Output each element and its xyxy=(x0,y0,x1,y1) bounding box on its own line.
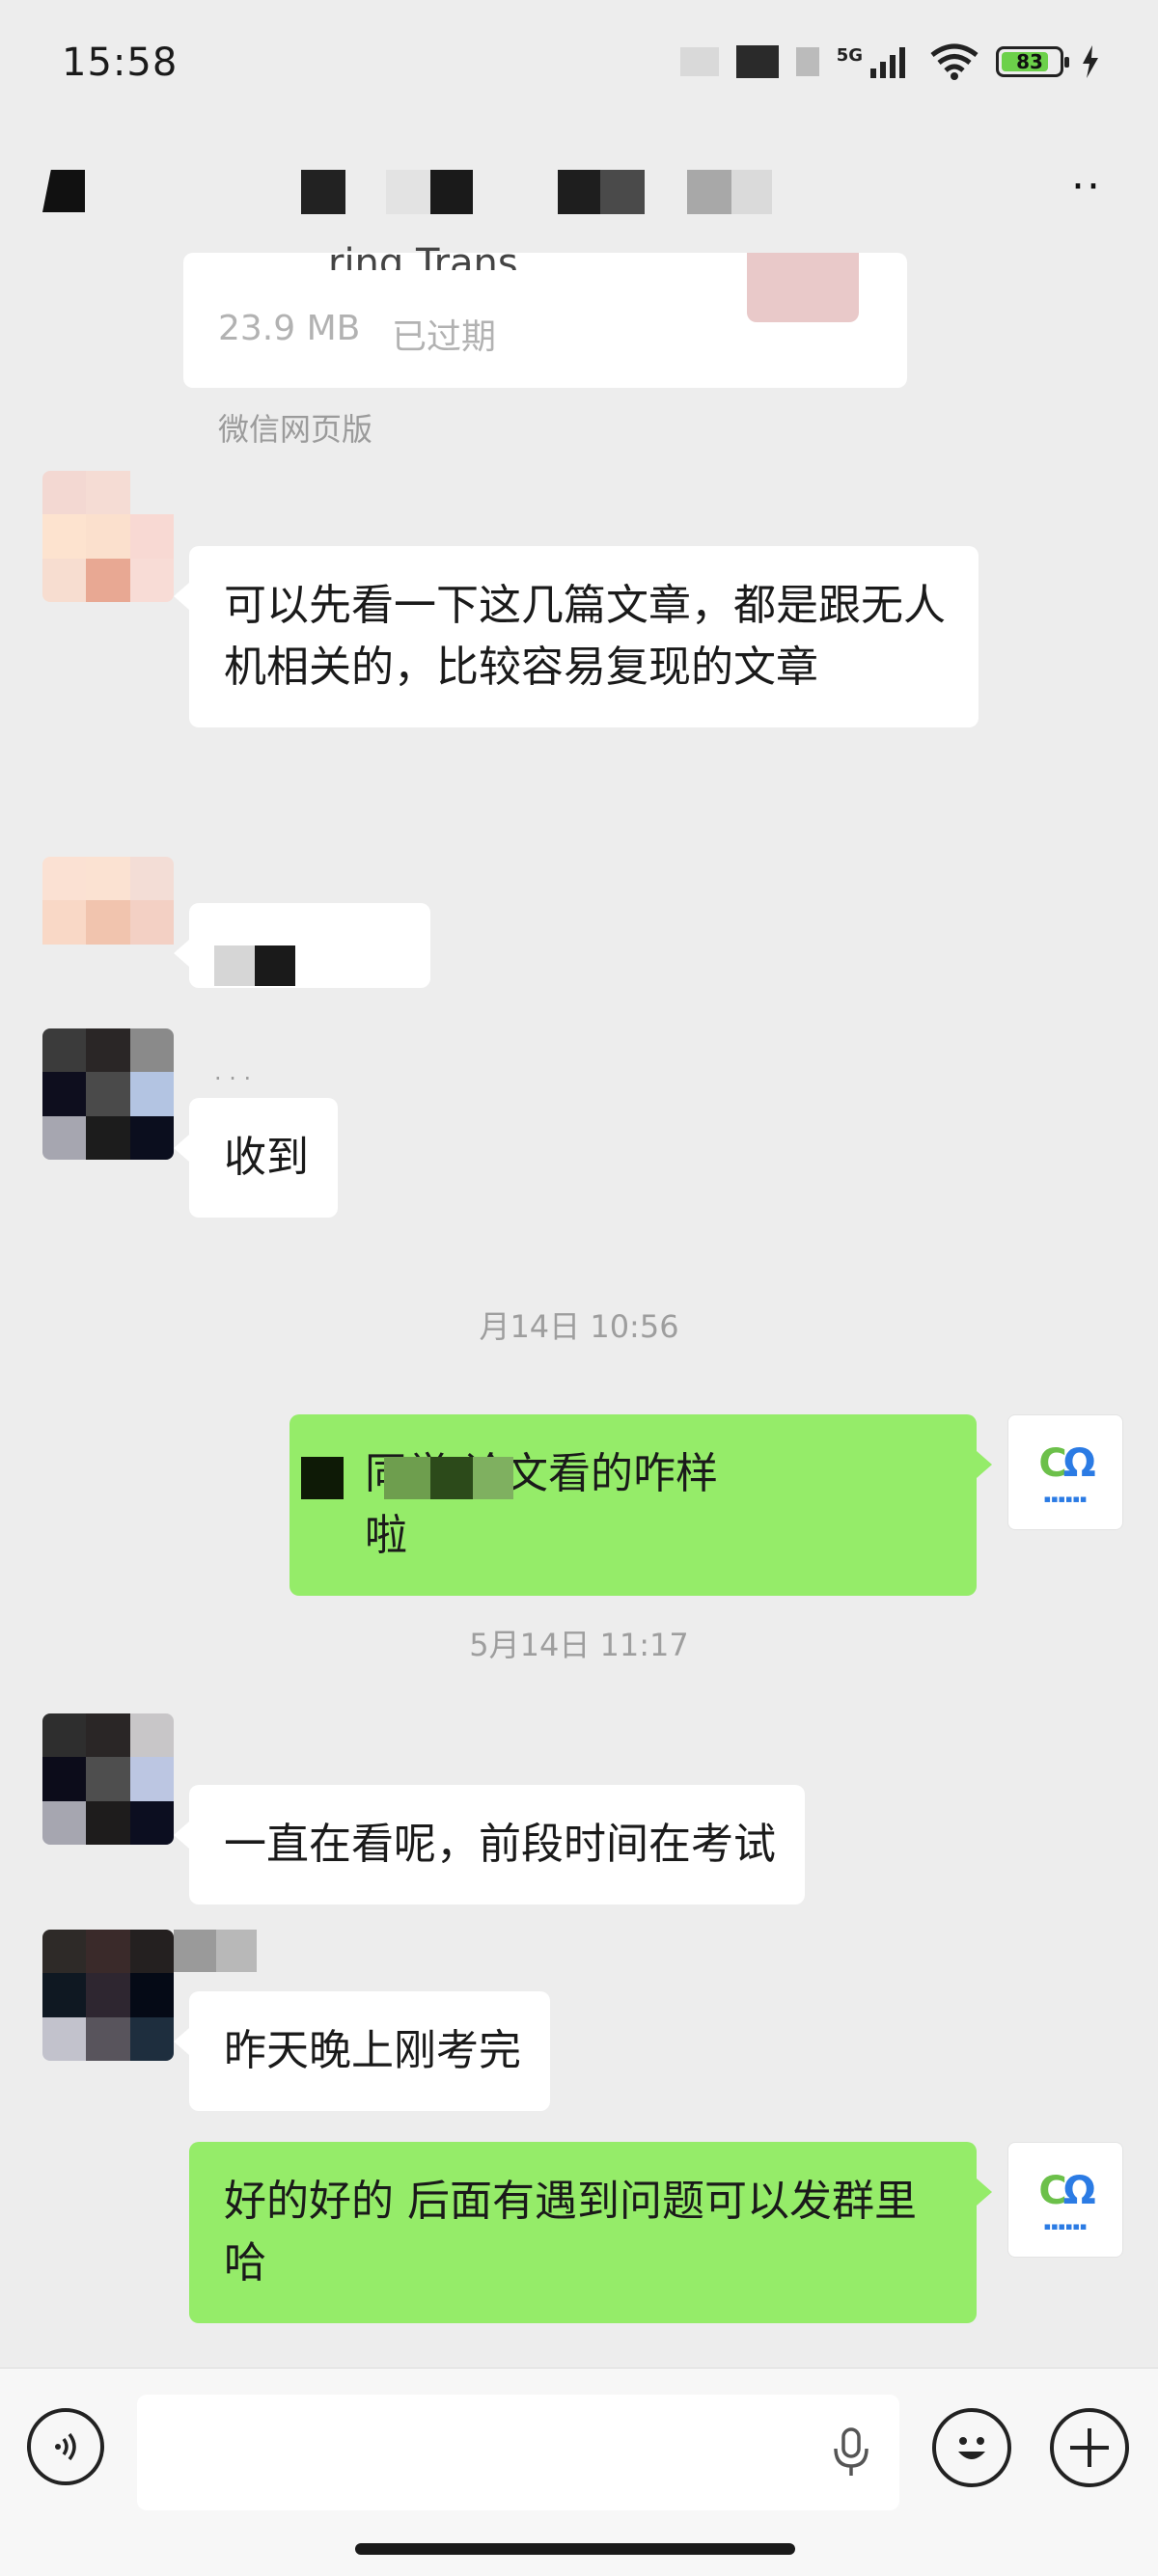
avatar[interactable] xyxy=(42,857,174,988)
voice-icon[interactable] xyxy=(27,2408,104,2485)
avatar[interactable] xyxy=(42,471,174,602)
battery-level: 83 xyxy=(1016,50,1043,73)
file-status: 已过期 xyxy=(392,317,497,357)
redacted-content xyxy=(473,1457,513,1499)
app-logo-caption: ▪▪▪▪▪▪ xyxy=(1043,2219,1088,2233)
timestamp: 月14日 10:56 xyxy=(479,1308,679,1345)
message-bubble[interactable]: 昨天晚上刚考完 xyxy=(174,1991,550,2111)
smiley-icon xyxy=(958,2437,985,2459)
app-notification-icon xyxy=(735,45,779,78)
status-icons: 5G 83 xyxy=(679,42,1100,81)
redacted-content xyxy=(214,945,255,986)
alarm-icon xyxy=(795,47,819,76)
redacted-content xyxy=(430,1457,473,1499)
redacted-content xyxy=(255,945,295,986)
message-text: 昨天晚上刚考完 xyxy=(224,2026,521,2075)
add-icon xyxy=(1070,2428,1109,2467)
battery-icon: 83 xyxy=(996,46,1069,77)
wifi-icon xyxy=(930,43,979,80)
self-avatar[interactable]: CΩ ▪▪▪▪▪▪ xyxy=(1007,1414,1123,1530)
plus-icon[interactable] xyxy=(1050,2408,1129,2487)
avatar[interactable] xyxy=(42,1028,174,1160)
message-bubble[interactable]: 好的好的 后面有遇到问题可以发群里哈 xyxy=(189,2142,992,2323)
message-text: 好的好的 后面有遇到问题可以发群里哈 xyxy=(224,2177,917,2288)
message-text: 可以先看一下这几篇文章，都是跟无人机相关的，比较容易复现的文章 xyxy=(224,581,946,692)
network-label: 5G xyxy=(836,44,863,66)
mic-icon[interactable] xyxy=(822,2424,880,2481)
chat-title-redacted xyxy=(558,170,600,214)
status-time: 15:58 xyxy=(62,41,179,85)
notification-icon xyxy=(679,47,719,76)
chat-title-redacted xyxy=(687,170,731,214)
file-size: 23.9 MB xyxy=(218,309,361,348)
redacted-content xyxy=(174,1930,216,1972)
message-bubble[interactable]: 收到 xyxy=(174,1098,338,1218)
emoji-icon[interactable] xyxy=(932,2408,1011,2487)
sender-name: · · · xyxy=(214,1065,252,1092)
chat-title-redacted xyxy=(430,170,473,214)
app-logo-icon: CΩ xyxy=(1038,1440,1095,1486)
charging-icon xyxy=(1083,45,1098,78)
timestamp: 5月14日 11:17 xyxy=(469,1627,689,1663)
avatar[interactable] xyxy=(42,1930,174,2061)
chat-title-redacted xyxy=(600,170,645,214)
chat-title-redacted xyxy=(731,170,772,214)
message-input[interactable] xyxy=(137,2395,899,2510)
message-bubble[interactable]: 可以先看一下这几篇文章，都是跟无人机相关的，比较容易复现的文章 xyxy=(174,546,979,727)
file-source: 微信网页版 xyxy=(218,411,373,448)
chat-title-redacted xyxy=(386,170,430,214)
redacted-content xyxy=(384,1457,430,1499)
chat-title-redacted xyxy=(301,170,345,214)
message-text: 收到 xyxy=(224,1133,309,1182)
file-thumbnail xyxy=(747,253,859,322)
redacted-content xyxy=(216,1930,257,1972)
app-logo-icon: CΩ xyxy=(1038,2168,1095,2213)
app-logo-caption: ▪▪▪▪▪▪ xyxy=(1043,1492,1088,1505)
self-avatar[interactable]: CΩ ▪▪▪▪▪▪ xyxy=(1007,2142,1123,2258)
more-icon[interactable]: ·· xyxy=(1071,162,1102,211)
message-bubble[interactable]: 一直在看呢，前段时间在考试 xyxy=(174,1785,805,1905)
file-name: ring Trans. xyxy=(328,241,531,270)
home-indicator[interactable] xyxy=(355,2543,795,2555)
message-bubble[interactable]: 同学 论文看的咋样啦 xyxy=(290,1414,992,1596)
redacted-content xyxy=(301,1457,344,1499)
back-icon[interactable] xyxy=(42,170,85,212)
signal-icon xyxy=(870,47,905,78)
message-bubble[interactable] xyxy=(174,903,430,988)
message-text: 一直在看呢，前段时间在考试 xyxy=(224,1820,776,1869)
voice-wave-icon xyxy=(55,2432,76,2461)
avatar[interactable] xyxy=(42,1713,174,1845)
